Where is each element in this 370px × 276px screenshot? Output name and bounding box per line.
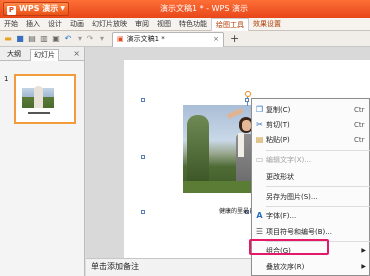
tab-document[interactable]: ▣ 演示文稿1 * ×	[112, 32, 224, 47]
menu-separator	[266, 186, 370, 187]
menu-item-label: 字体(F)...	[266, 212, 297, 220]
menu-insert[interactable]: 插入	[22, 18, 44, 31]
app-button-label: WPS 演示	[19, 4, 59, 13]
menu-review[interactable]: 审阅	[131, 18, 153, 31]
menu-item-edit-text: ▭ 编辑文字(X)...	[252, 153, 370, 167]
panel-tabs: 大纲 幻灯片 ×	[0, 47, 84, 61]
close-icon[interactable]: ×	[213, 33, 219, 46]
window-title: 演示文稿1 * - WPS 演示	[160, 4, 248, 13]
menu-item-label: 更改形状	[266, 173, 294, 181]
menu-item-label: 编辑文字(X)...	[266, 156, 311, 164]
wps-logo-icon: P	[7, 6, 16, 15]
menu-bar: 开始 插入 设计 动画 幻灯片放映 审阅 视图 特色功能 绘图工具 效果设置	[0, 18, 370, 31]
menu-animation[interactable]: 动画	[66, 18, 88, 31]
resize-handle[interactable]	[141, 155, 145, 159]
menu-item-bullets[interactable]: ☰ 项目符号和编号(B)...	[252, 225, 370, 239]
save-icon[interactable]: ■	[15, 34, 25, 44]
slide-panel: 大纲 幻灯片 × 1	[0, 47, 85, 276]
menu-item-label: 叠放次序(R)	[266, 263, 305, 271]
menu-drawing-tools[interactable]: 绘图工具	[211, 18, 249, 31]
photo-face	[242, 120, 251, 131]
print-icon[interactable]: ▤	[27, 34, 37, 44]
close-icon[interactable]: ×	[73, 49, 80, 58]
menu-slideshow[interactable]: 幻灯片放映	[88, 18, 131, 31]
slide-thumbnail[interactable]	[14, 74, 76, 124]
thumbnail-caption	[28, 112, 50, 114]
menu-home[interactable]: 开始	[0, 18, 22, 31]
redo-icon[interactable]: ↷	[85, 34, 95, 44]
resize-handle[interactable]	[245, 98, 249, 102]
menu-item-label: 剪切(T)	[266, 121, 290, 129]
export-icon[interactable]: ▥	[39, 34, 49, 44]
menu-item-copy[interactable]: ❐ 复制(C) Ctr	[252, 103, 370, 117]
shortcut-label: Ctr	[354, 121, 365, 129]
menu-design[interactable]: 设计	[44, 18, 66, 31]
tab-outline[interactable]: 大纲	[4, 49, 24, 60]
shortcut-label: Ctr	[354, 136, 365, 144]
menu-item-label: 项目符号和编号(B)...	[266, 228, 332, 236]
menu-item-label: 复制(C)	[266, 106, 291, 114]
highlight-box	[249, 239, 329, 255]
menu-item-paste[interactable]: ▤ 粘贴(P) Ctr	[252, 133, 370, 147]
menu-item-label: 另存为图片(S)...	[266, 193, 318, 201]
menu-special[interactable]: 特色功能	[175, 18, 211, 31]
menu-effects[interactable]: 效果设置	[249, 18, 285, 31]
dropdown-icon[interactable]: ▾	[75, 34, 85, 44]
edit-text-icon: ▭	[255, 155, 264, 164]
menu-separator	[266, 150, 370, 151]
menu-item-label: 粘贴(P)	[266, 136, 290, 144]
slide-number: 1	[4, 75, 9, 83]
menu-item-order[interactable]: 叠放次序(R) ▶	[252, 260, 370, 274]
resize-handle[interactable]	[141, 98, 145, 102]
resize-handle[interactable]	[141, 210, 145, 214]
undo-icon[interactable]: ↶	[63, 34, 73, 44]
more-icon[interactable]: ▾	[97, 34, 107, 44]
font-icon: A	[256, 211, 263, 220]
open-folder-icon[interactable]: ▬	[3, 34, 13, 44]
menu-item-change-shape[interactable]: 更改形状	[252, 170, 370, 184]
menu-view[interactable]: 视图	[153, 18, 175, 31]
rotate-handle[interactable]	[245, 91, 251, 97]
bullets-icon: ☰	[255, 227, 264, 236]
cut-icon: ✂	[256, 120, 263, 129]
quick-toolbar: ▬ ■ ▤ ▥ ▣ ↶ ▾ ↷ ▾ ▣ 演示文稿1 * × +	[0, 31, 370, 47]
photo-towel	[238, 133, 244, 157]
menu-item-font[interactable]: A 字体(F)...	[252, 209, 370, 223]
paste-icon: ▤	[255, 135, 264, 144]
title-bar: P WPS 演示 ▼ 演示文稿1 * - WPS 演示	[0, 0, 370, 18]
chevron-right-icon: ▶	[361, 263, 366, 270]
chevron-down-icon: ▼	[60, 5, 65, 12]
shortcut-label: Ctr	[354, 106, 365, 114]
add-tab-icon[interactable]: +	[230, 32, 239, 45]
copy-icon: ❐	[255, 105, 264, 114]
menu-item-cut[interactable]: ✂ 剪切(T) Ctr	[252, 118, 370, 132]
thumbnail-figure	[34, 86, 43, 108]
presentation-icon: ▣	[117, 35, 124, 43]
menu-separator	[266, 206, 370, 207]
app-menu-button[interactable]: P WPS 演示 ▼	[3, 2, 69, 16]
photo-tree	[187, 115, 209, 185]
tab-document-label: 演示文稿1 *	[126, 35, 165, 43]
tab-slides[interactable]: 幻灯片	[30, 49, 59, 61]
menu-item-save-as-picture[interactable]: 另存为图片(S)...	[252, 190, 370, 204]
chevron-right-icon: ▶	[361, 247, 366, 254]
preview-icon[interactable]: ▣	[51, 34, 61, 44]
